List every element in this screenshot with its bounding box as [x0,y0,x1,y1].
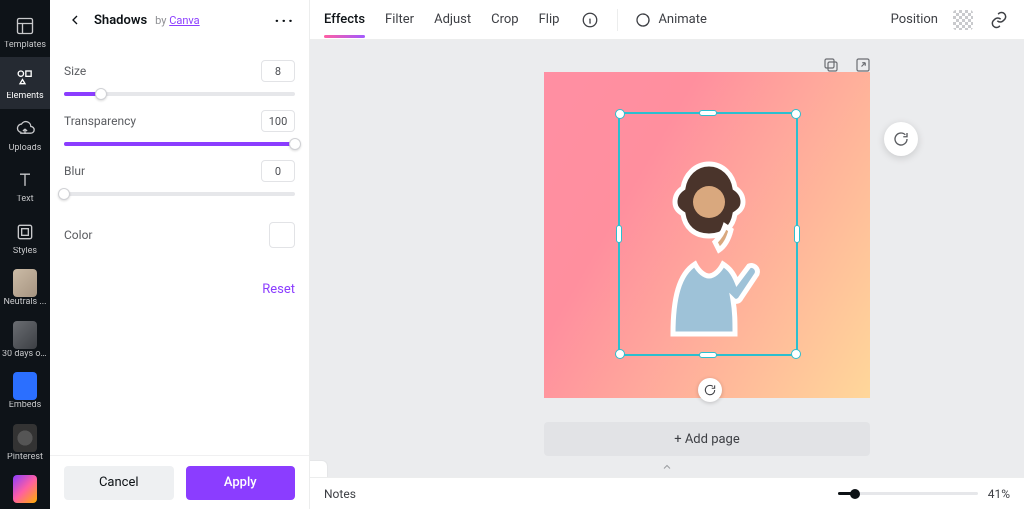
pages-drawer-handle[interactable] [658,461,676,473]
toolbar-separator [617,9,618,31]
resize-handle-s[interactable] [699,352,717,358]
nav-label: 30 days of... [2,350,48,359]
text-icon [13,168,37,192]
back-button[interactable] [64,9,86,31]
panel-footer: Cancel Apply [50,455,309,509]
styles-icon [13,220,37,244]
cancel-button[interactable]: Cancel [64,466,174,500]
blur-value[interactable]: 0 [261,160,295,182]
nav-folder-neutrals[interactable]: Neutrals ... [0,263,50,314]
color-swatch[interactable] [269,222,295,248]
collapse-panel-button[interactable] [310,460,328,477]
tab-flip[interactable]: Flip [539,2,560,37]
animate-icon [634,11,652,29]
panel-header: Shadows by Canva ··· [50,0,309,40]
context-toolbar: Effects Filter Adjust Crop Flip Animate … [310,0,1024,40]
embeds-icon [13,374,37,398]
animate-button[interactable]: Animate [634,1,706,39]
effects-panel: Shadows by Canva ··· Size 8 Transparency… [50,0,310,509]
resize-handle-ne[interactable] [791,109,801,119]
canvas-stage[interactable]: + Add page [310,40,1024,477]
tab-filter[interactable]: Filter [385,2,414,37]
size-label: Size [64,64,86,78]
selection-box[interactable] [618,112,798,356]
nav-more-apps[interactable] [0,469,50,509]
nav-label: Templates [4,41,46,50]
transparency-icon[interactable] [952,9,974,31]
resize-handle-sw[interactable] [615,349,625,359]
color-label: Color [64,228,92,242]
resize-handle-e[interactable] [794,225,800,243]
resize-handle-nw[interactable] [615,109,625,119]
panel-body: Size 8 Transparency 100 Blur 0 [50,40,309,455]
blur-row: Blur 0 [64,160,295,196]
tab-crop[interactable]: Crop [491,2,518,37]
reset-button[interactable]: Reset [64,282,295,297]
nav-label: Text [16,195,33,204]
size-value[interactable]: 8 [261,60,295,82]
transparency-slider[interactable] [64,142,295,146]
nav-elements[interactable]: Elements [0,57,50,108]
blur-label: Blur [64,164,85,178]
author-link[interactable]: Canva [169,14,199,27]
bottom-bar: Notes 41% [310,477,1024,509]
nav-label: Styles [13,247,37,256]
color-row: Color [64,222,295,248]
add-page-button[interactable]: + Add page [544,422,870,456]
nav-label: Neutrals ... [3,298,46,307]
resize-handle-n[interactable] [699,110,717,116]
nav-label: Embeds [9,401,42,410]
panel-title: Shadows [94,13,147,28]
nav-uploads[interactable]: Uploads [0,109,50,160]
nav-styles[interactable]: Styles [0,212,50,263]
pinterest-icon [13,426,37,450]
left-vertical-nav: Templates Elements Uploads Text Styles N… [0,0,50,509]
nav-text[interactable]: Text [0,160,50,211]
size-slider[interactable] [64,92,295,96]
resize-handle-se[interactable] [791,349,801,359]
position-button[interactable]: Position [891,2,938,37]
nav-folder-30days[interactable]: 30 days of... [0,315,50,366]
nav-label: Pinterest [7,453,43,462]
nav-label: Uploads [9,144,42,153]
zoom-control: 41% [838,487,1010,501]
uploads-icon [13,117,37,141]
zoom-slider[interactable] [838,492,978,495]
panel-subtitle: by Canva [155,14,200,27]
apply-button[interactable]: Apply [186,466,296,500]
nav-pinterest[interactable]: Pinterest [0,418,50,469]
transparency-label: Transparency [64,114,136,128]
tab-effects[interactable]: Effects [324,2,365,37]
rotate-handle[interactable] [698,378,722,402]
link-icon[interactable] [988,9,1010,31]
notes-button[interactable]: Notes [324,487,356,501]
apps-thumb-icon [13,477,37,501]
tab-adjust[interactable]: Adjust [434,2,471,37]
folder-thumb-icon [13,271,37,295]
panel-more-button[interactable]: ··· [275,11,295,30]
info-icon[interactable] [579,9,601,31]
zoom-percent[interactable]: 41% [988,487,1010,501]
blur-slider[interactable] [64,192,295,196]
nav-label: Elements [6,92,43,101]
elements-icon [13,65,37,89]
templates-icon [13,14,37,38]
transparency-row: Transparency 100 [64,110,295,146]
size-row: Size 8 [64,60,295,96]
transparency-value[interactable]: 100 [261,110,295,132]
folder-thumb-icon [13,323,37,347]
resize-handle-w[interactable] [616,225,622,243]
nav-templates[interactable]: Templates [0,6,50,57]
redo-floating-button[interactable] [884,122,918,156]
nav-embeds[interactable]: Embeds [0,366,50,417]
